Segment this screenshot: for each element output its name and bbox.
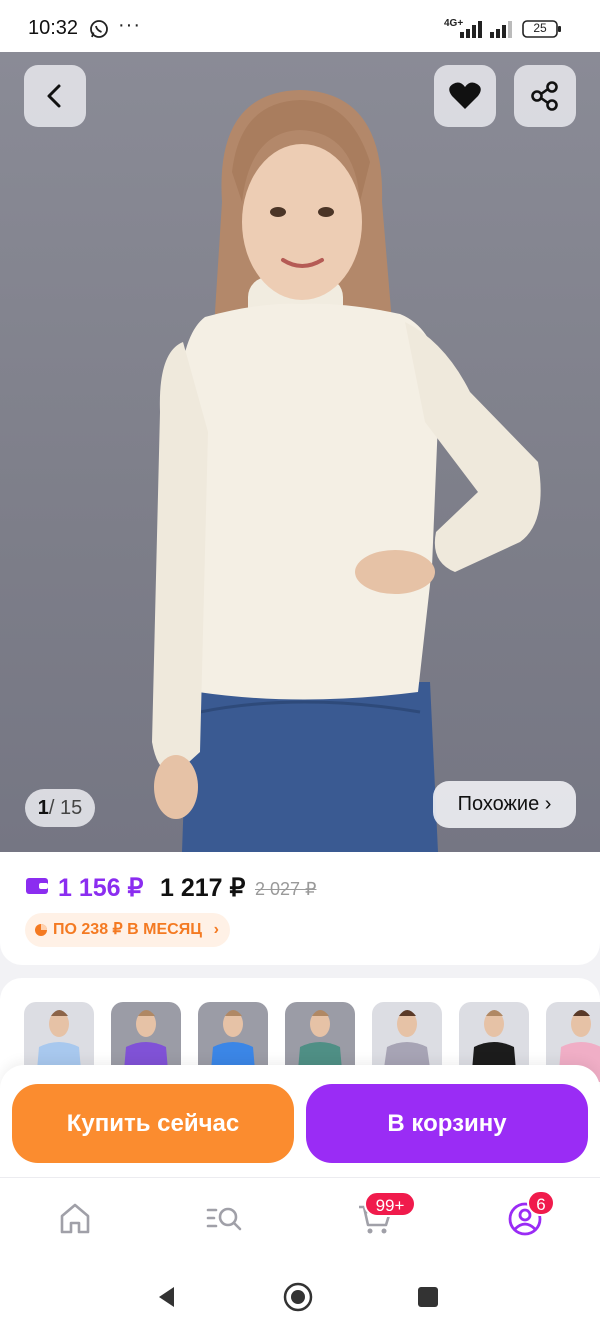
- image-separator: /: [48, 797, 55, 819]
- back-arrow-icon: [47, 84, 61, 108]
- image-counter: 1/ 15: [25, 789, 95, 827]
- catalog-search-icon[interactable]: [204, 1198, 244, 1238]
- cart-badge: 99+: [364, 1191, 416, 1217]
- system-back-icon[interactable]: [152, 1282, 182, 1312]
- price: 1 217 ₽: [160, 874, 246, 902]
- image-current: 1: [37, 797, 49, 819]
- share-button[interactable]: [514, 65, 576, 127]
- bottom-nav: 99+ 6: [0, 1177, 600, 1262]
- status-time: 10:32: [28, 17, 79, 39]
- add-to-cart-button[interactable]: В корзину: [306, 1084, 588, 1163]
- image-total: 15: [60, 797, 83, 819]
- status-bar: 10:32 ··· 4G+ 25: [0, 0, 600, 52]
- share-icon: [531, 81, 558, 111]
- installment-label: ПО 238 ₽ В МЕСЯЦ: [53, 921, 202, 938]
- purchase-actions: Купить сейчас В корзину: [0, 1065, 600, 1177]
- card-price: 1 156 ₽: [58, 874, 144, 902]
- favorite-button[interactable]: [434, 65, 496, 127]
- battery-level: 25: [533, 21, 547, 35]
- whatsapp-icon: [90, 20, 108, 38]
- back-button[interactable]: [24, 65, 86, 127]
- signal-icon: [460, 21, 482, 38]
- home-icon[interactable]: [55, 1198, 95, 1238]
- signal-icon: [490, 21, 512, 38]
- installment-pie-icon: [35, 924, 47, 936]
- installment-button[interactable]: ПО 238 ₽ В МЕСЯЦ ›: [25, 913, 230, 947]
- system-nav-bar: [0, 1262, 600, 1332]
- old-price: 2 027 ₽: [255, 879, 317, 899]
- battery-icon: 25: [522, 20, 562, 38]
- system-recents-icon[interactable]: [413, 1282, 443, 1312]
- profile-badge: 6: [527, 1190, 555, 1216]
- heart-icon: [449, 82, 481, 109]
- product-photo: [152, 90, 541, 852]
- more-dots-icon: ···: [118, 14, 141, 36]
- buy-now-button[interactable]: Купить сейчас: [12, 1084, 294, 1163]
- product-gallery[interactable]: 1/ 15 Похожие ›: [0, 52, 600, 852]
- chevron-right-icon: ›: [213, 921, 219, 938]
- similar-button[interactable]: Похожие ›: [433, 781, 576, 828]
- system-home-icon[interactable]: [283, 1282, 313, 1312]
- price-section: 1 156 ₽ 1 217 ₽ 2 027 ₽ ПО 238 ₽ В МЕСЯЦ…: [0, 852, 600, 965]
- wallet-icon: [26, 878, 48, 894]
